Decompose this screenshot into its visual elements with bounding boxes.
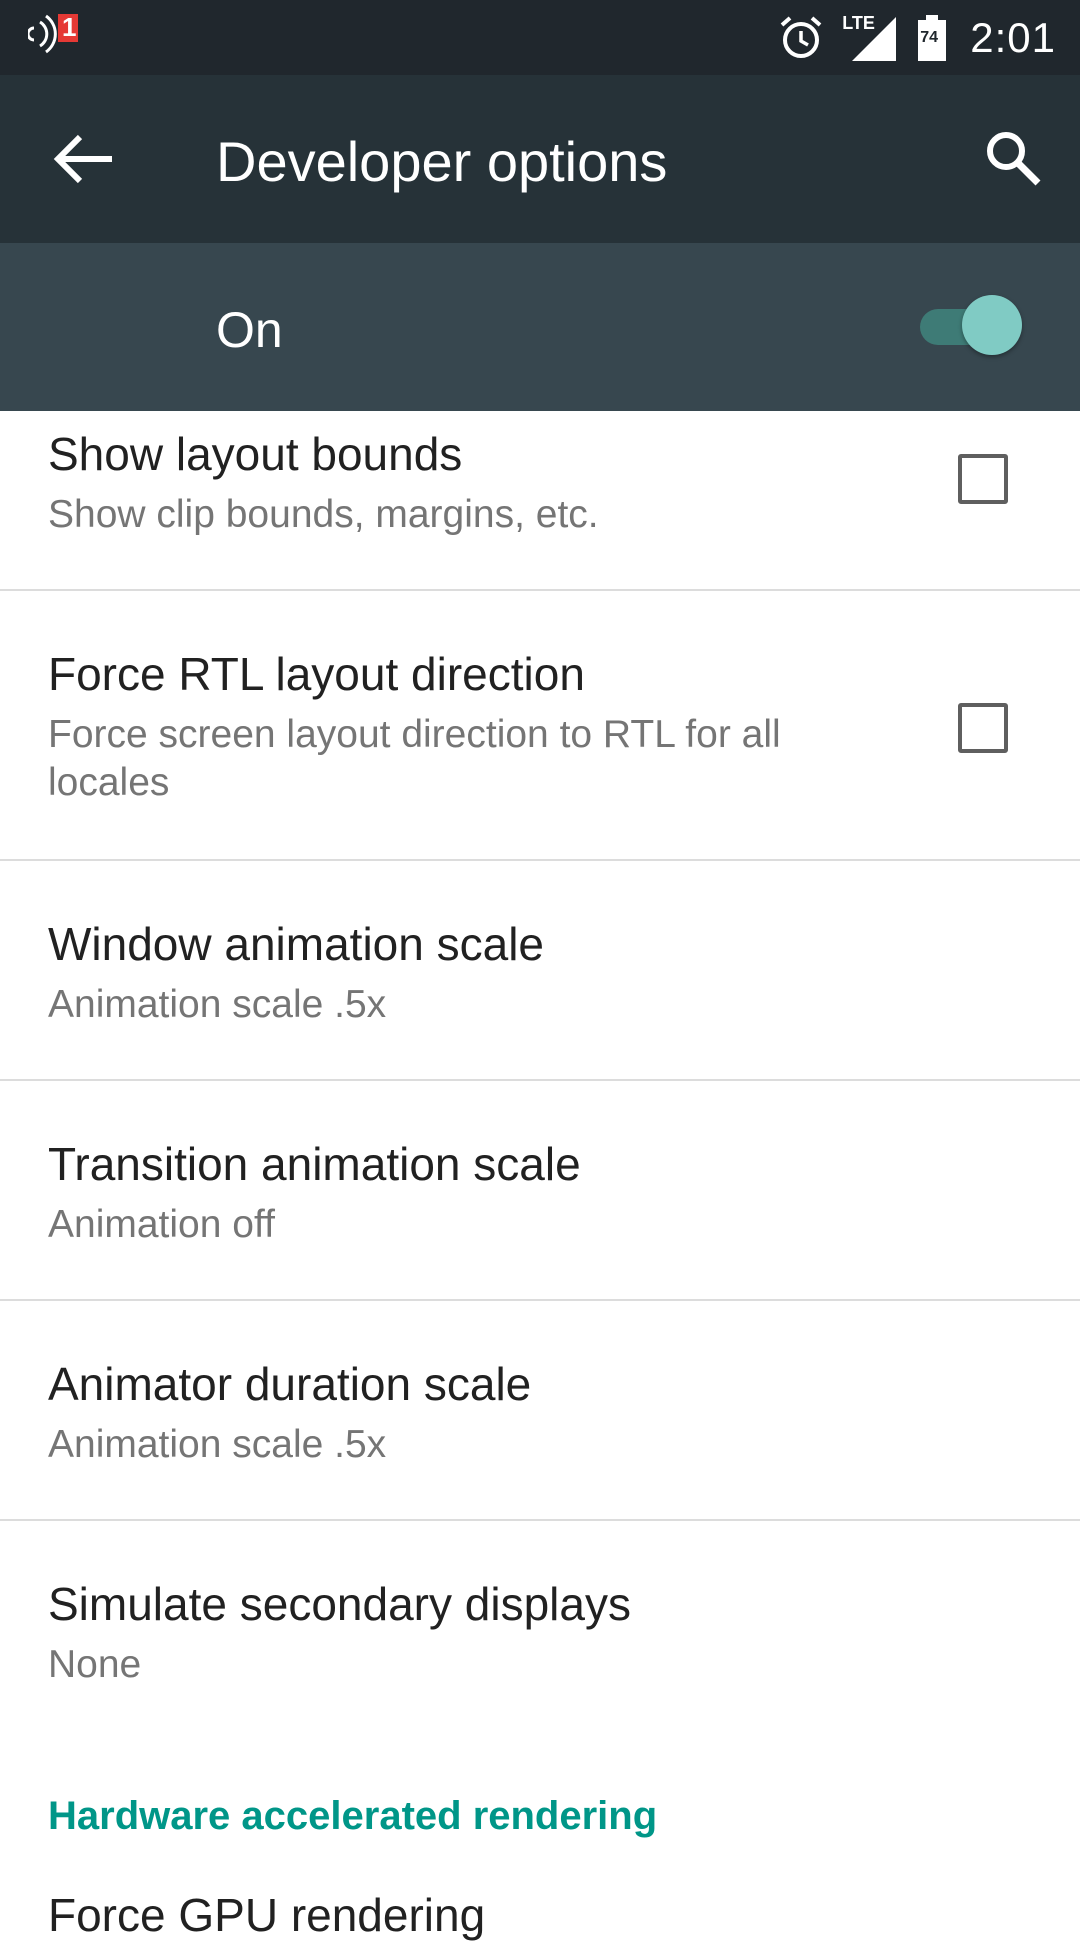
page-title: Developer options: [216, 130, 668, 193]
setting-title: Force RTL layout direction: [48, 648, 585, 700]
setting-summary: None: [48, 1643, 142, 1686]
search-button[interactable]: [978, 123, 1050, 195]
battery-icon: 74: [916, 13, 948, 63]
setting-summary: Force screen layout direction to RTL for…: [48, 713, 781, 804]
battery-level: 74: [920, 28, 939, 46]
notification-count: 1: [62, 12, 77, 42]
setting-title: Transition animation scale: [48, 1138, 581, 1190]
setting-summary: Animation off: [48, 1203, 275, 1246]
settings-list: Show layout bounds Show clip bounds, mar…: [0, 411, 1080, 1741]
section-header-hardware-rendering: Hardware accelerated rendering: [48, 1794, 658, 1838]
setting-summary: Animation scale .5x: [48, 1423, 387, 1466]
back-button[interactable]: [46, 121, 122, 197]
setting-simulate-secondary-displays[interactable]: Simulate secondary displays None: [0, 1521, 1080, 1741]
master-switch-bar[interactable]: On: [0, 243, 1080, 411]
force-rtl-checkbox[interactable]: [958, 703, 1008, 753]
status-time: 2:01: [970, 13, 1056, 61]
setting-summary: Animation scale .5x: [48, 983, 387, 1026]
status-bar: 1 LTE 74 2:01: [0, 0, 1080, 75]
search-icon: [987, 132, 1041, 186]
alarm-icon: [780, 15, 822, 58]
signal-icon: LTE: [842, 13, 898, 63]
setting-title: Simulate secondary displays: [48, 1578, 631, 1630]
app-toolbar: Developer options: [0, 75, 1080, 243]
developer-options-toggle[interactable]: [920, 295, 1024, 359]
setting-force-gpu-rendering-partial[interactable]: Force GPU rendering: [48, 1888, 485, 1942]
arrow-back-icon: [53, 134, 112, 184]
nfc-icon: [26, 14, 78, 54]
setting-force-rtl[interactable]: Force RTL layout direction Force screen …: [0, 591, 1080, 861]
toggle-thumb: [962, 295, 1022, 355]
setting-summary: Show clip bounds, margins, etc.: [48, 493, 599, 536]
show-layout-bounds-checkbox[interactable]: [958, 454, 1008, 504]
setting-title: Animator duration scale: [48, 1358, 532, 1410]
setting-title: Show layout bounds: [48, 428, 463, 480]
setting-show-layout-bounds[interactable]: Show layout bounds Show clip bounds, mar…: [0, 411, 1080, 591]
setting-transition-animation-scale[interactable]: Transition animation scale Animation off: [0, 1081, 1080, 1301]
status-left: 1: [26, 12, 88, 62]
master-switch-label: On: [216, 302, 283, 358]
setting-animator-duration-scale[interactable]: Animator duration scale Animation scale …: [0, 1301, 1080, 1521]
setting-title: Window animation scale: [48, 918, 545, 970]
setting-window-animation-scale[interactable]: Window animation scale Animation scale .…: [0, 861, 1080, 1081]
status-right: LTE 74 2:01: [760, 0, 1056, 75]
network-label: LTE: [842, 12, 875, 33]
